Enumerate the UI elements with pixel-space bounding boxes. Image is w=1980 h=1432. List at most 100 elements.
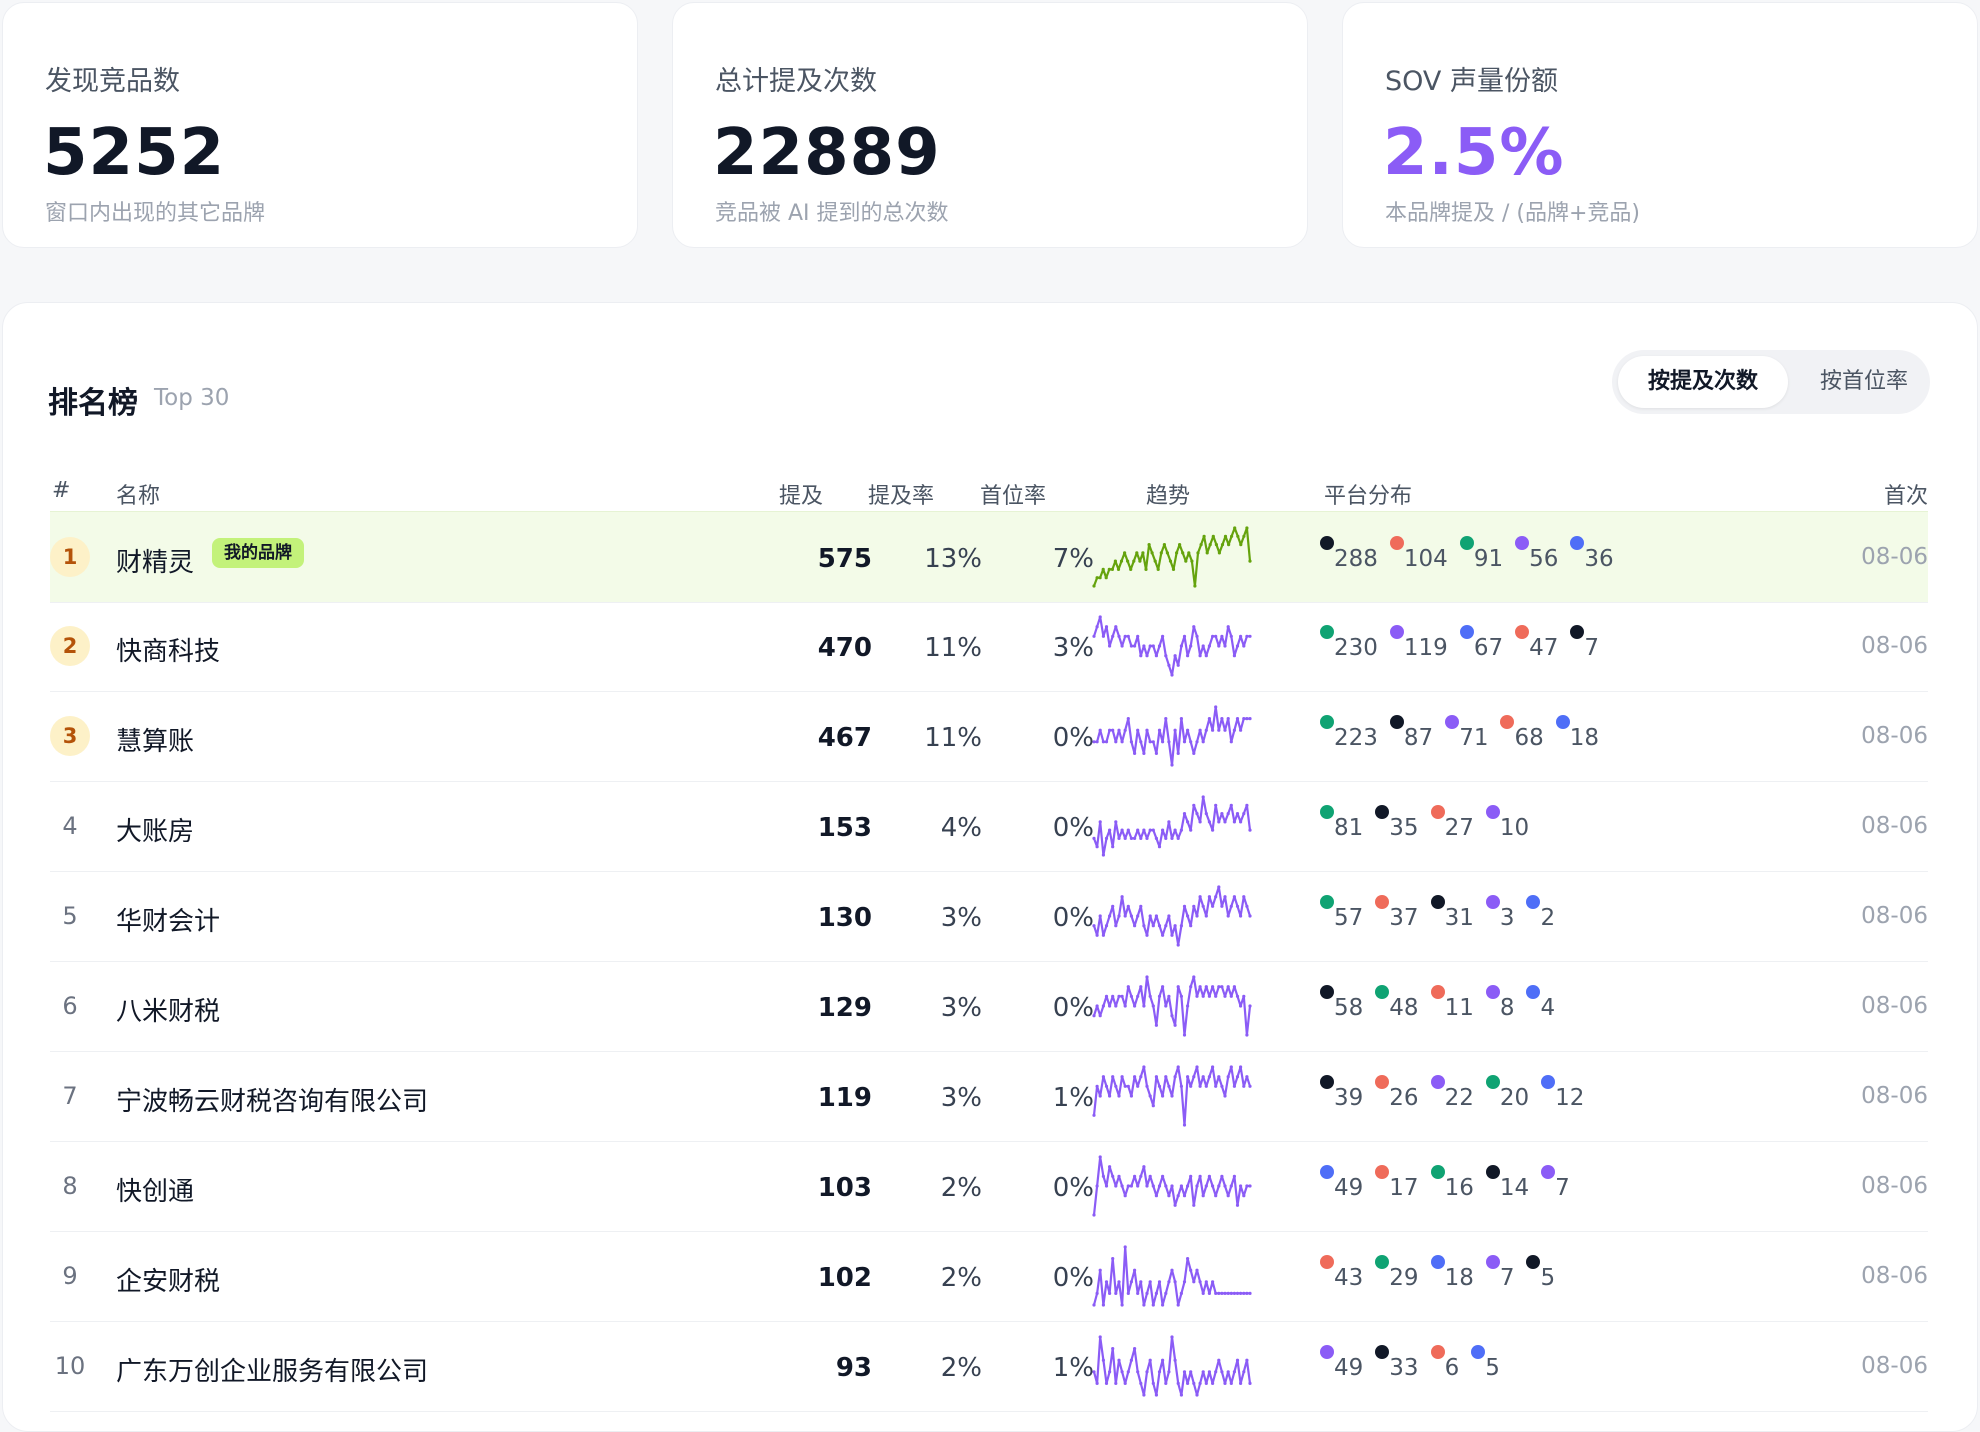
stat-value: 5252 [43,116,226,190]
trend-point [1235,994,1240,998]
trend-point [1133,644,1137,648]
trend-point [1201,904,1205,908]
trend-point [1133,1004,1137,1008]
trend-sparkline [1092,1335,1252,1397]
trend-point [1229,740,1233,744]
trend-point [1248,1291,1252,1295]
ranking-row[interactable]: 3 慧算账 467 11% 0% 223 87 71 68 18 08-06 [50,691,1928,782]
trend-point [1092,924,1096,928]
header-trend: 趋势 [1146,484,1191,509]
trend-point [1161,1174,1165,1178]
trend-point [1104,1184,1109,1188]
platform-item: 18 [1555,715,1599,755]
trend-point [1123,914,1127,918]
ranking-row[interactable]: 7 宁波畅云财税咨询有限公司 119 3% 1% 39 26 22 20 12 08-06 [50,1051,1928,1142]
first-seen-date: 08-06 [1861,1353,1928,1379]
ranking-row[interactable]: 8 快创通 103 2% 0% 49 17 16 14 7 08-06 [50,1141,1928,1232]
brand-name[interactable]: 宁波畅云财税咨询有限公司 [116,1081,428,1118]
trend-point [1205,551,1209,555]
stat-subtitle: 本品牌提及 / (品牌+竞品) [1385,201,1640,226]
trend-point [1108,1370,1112,1374]
brand-name[interactable]: 快创通 [116,1171,194,1208]
trend-point [1123,634,1127,638]
platform-item: 58 [1320,985,1363,1025]
header-first-rate[interactable]: 首位率 [980,478,1046,510]
header-platforms: 平台分布 [1324,484,1413,509]
brand-name[interactable]: 快商科技 [116,631,220,668]
ranking-row[interactable]: 2 快商科技 470 11% 3% 230 119 67 47 7 08-06 [50,601,1928,692]
trend-point [1214,1084,1218,1088]
ranking-row[interactable]: 10 广东万创企业服务有限公司 93 2% 1% 49 33 6 5 08-06 [50,1321,1928,1412]
header-rate[interactable]: 提及率 [868,478,934,510]
trend-point [1110,567,1114,571]
trend-point [1248,634,1252,638]
platform-distribution: 57 37 31 3 2 [1320,895,1567,935]
brand-name[interactable]: 八米财税 [116,991,220,1028]
brand-name[interactable]: 广东万创企业服务有限公司 [116,1351,428,1388]
brand-name[interactable]: 企安财税 [116,1261,220,1298]
platform-item: 71 [1445,715,1488,755]
trend-point [1098,576,1102,580]
platform-dot-icon [1515,536,1530,550]
brand-name[interactable]: 慧算账 [116,721,194,758]
platform-item: 49 [1320,1345,1363,1385]
trend-point [1133,924,1137,928]
trend-point [1154,654,1158,658]
sort-by-first-rate-button[interactable]: 按首位率 [1804,356,1924,408]
platform-item: 49 [1320,1165,1363,1205]
trend-point [1204,1084,1208,1088]
trend-point [1101,1303,1105,1307]
trend-point [1211,1381,1215,1385]
mention-count: 102 [817,1263,872,1293]
trend-point [1117,634,1121,638]
ranking-row[interactable]: 9 企安财税 102 2% 0% 43 29 18 7 5 08-06 [50,1231,1928,1322]
trend-point [1167,1084,1171,1088]
brand-name[interactable]: 财精灵 [116,542,194,579]
trend-point [1148,1358,1152,1362]
trend-point [1176,751,1180,755]
trend-point [1123,1194,1127,1198]
trend-point [1126,634,1130,638]
ranking-tag: Top 30 [154,385,230,411]
trend-point [1186,820,1190,824]
trend-point [1167,663,1171,667]
trend-point [1144,567,1148,571]
trend-point [1136,1184,1140,1188]
trend-point [1245,634,1249,638]
header-mentions[interactable]: 提及 [779,478,823,510]
trend-point [1198,1381,1202,1385]
header-first[interactable]: 首次 [1884,478,1928,510]
ranking-row[interactable]: 1 财精灵 我的品牌 575 13% 7% 288 104 91 56 36 08-06 [50,511,1928,603]
trend-point [1101,933,1105,937]
trend-point [1133,1268,1137,1272]
sort-by-mentions-button[interactable]: 按提及次数 [1618,356,1788,408]
platform-item: 10 [1485,805,1529,845]
trend-point [1211,634,1215,638]
trend-point [1098,914,1102,918]
trend-point [1232,820,1236,824]
trend-point [1179,644,1183,648]
trend-point [1173,828,1177,832]
ranking-row[interactable]: 5 华财会计 130 3% 0% 57 37 31 3 2 08-06 [50,871,1928,962]
brand-name[interactable]: 大账房 [116,811,194,848]
trend-point [1181,551,1185,555]
trend-point [1170,763,1174,767]
trend-point [1242,1084,1246,1088]
trend-point [1117,1174,1121,1178]
trend-point [1104,1084,1109,1088]
trend-point [1117,994,1121,998]
platform-dot-icon [1320,1165,1334,1179]
platform-item: 48 [1375,985,1419,1025]
ranking-row[interactable]: 6 八米财税 129 3% 0% 58 48 11 8 4 08-06 [50,961,1928,1052]
trend-point [1123,1245,1127,1249]
trend-point [1235,1075,1240,1079]
trend-point [1179,717,1183,721]
brand-name[interactable]: 华财会计 [116,901,220,938]
mention-count: 93 [835,1353,872,1383]
trend-point [1211,904,1215,908]
trend-point [1217,551,1221,555]
trend-point [1235,904,1240,908]
ranking-row[interactable]: 4 大账房 153 4% 0% 81 35 27 10 08-06 [50,781,1928,872]
trend-point [1108,914,1112,918]
platform-item: 37 [1375,895,1419,935]
